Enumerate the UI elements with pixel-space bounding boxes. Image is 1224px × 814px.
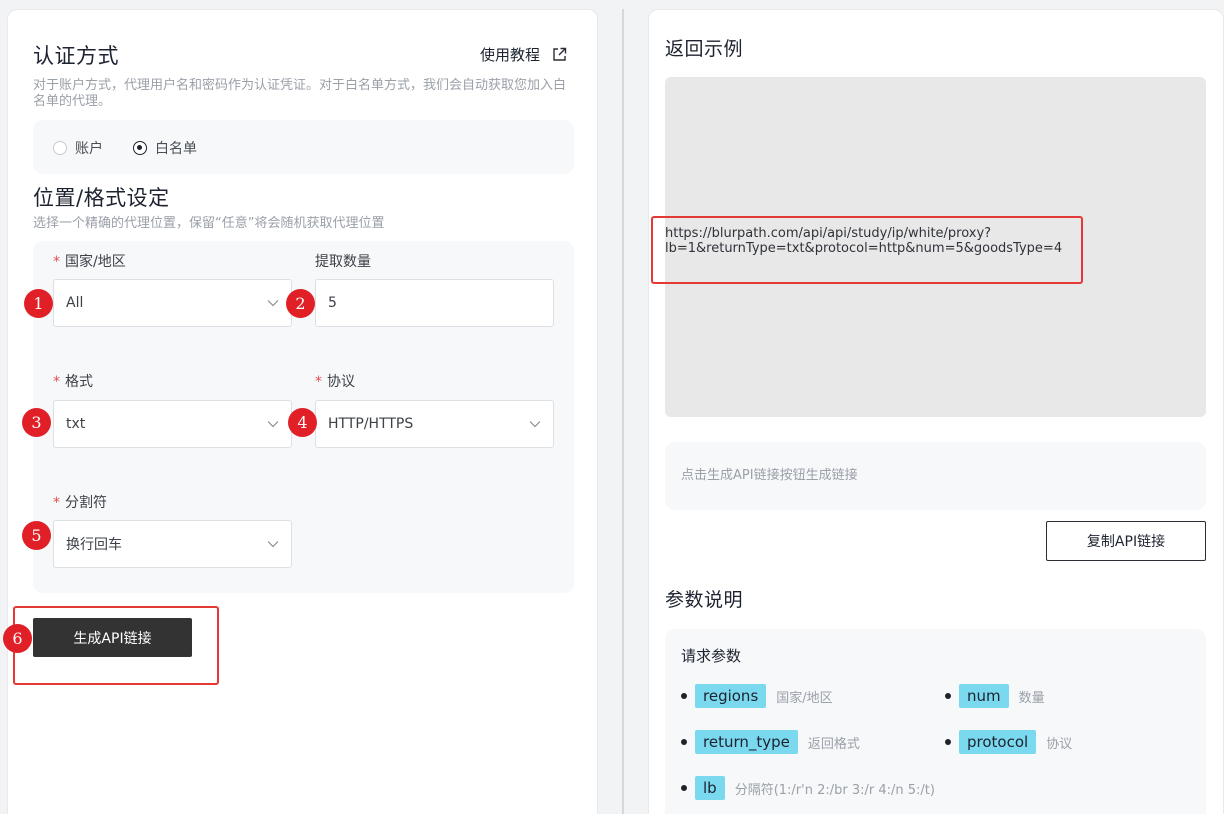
region-value: All — [66, 295, 84, 311]
panel-divider[interactable] — [622, 9, 624, 814]
required-mark: * — [53, 254, 60, 270]
required-mark: * — [53, 495, 60, 511]
separator-label: * 分割符 — [53, 492, 107, 512]
step-badge-1: 1 — [24, 289, 53, 318]
param-regions: regions 国家/地区 — [681, 684, 833, 708]
separator-label-text: 分割符 — [65, 495, 107, 511]
params-subtitle: 请求参数 — [681, 647, 742, 665]
radio-account-circle — [53, 141, 67, 155]
bullet-dot — [945, 739, 951, 745]
example-title: 返回示例 — [665, 38, 744, 60]
step-badge-3: 3 — [22, 408, 51, 437]
radio-whitelist[interactable]: 白名单 — [133, 138, 197, 158]
tutorial-label: 使用教程 — [480, 46, 541, 64]
param-key: protocol — [959, 730, 1037, 754]
location-title: 位置/格式设定 — [33, 186, 170, 210]
protocol-label-text: 协议 — [327, 374, 355, 390]
param-desc: 返回格式 — [807, 736, 860, 752]
protocol-value: HTTP/HTTPS — [328, 416, 414, 432]
region-label-text: 国家/地区 — [65, 254, 126, 270]
param-desc: 数量 — [1018, 690, 1045, 706]
format-select[interactable]: txt — [53, 400, 292, 448]
format-label-text: 格式 — [65, 374, 93, 390]
protocol-label: * 协议 — [315, 371, 355, 391]
param-num: num 数量 — [945, 684, 1045, 708]
chevron-down-icon — [267, 421, 279, 428]
param-key: regions — [695, 684, 767, 708]
step-badge-5: 5 — [22, 521, 51, 550]
separator-value: 换行回车 — [66, 537, 122, 553]
quantity-input[interactable]: 5 — [315, 279, 554, 327]
param-desc: 国家/地区 — [776, 690, 833, 706]
param-protocol: protocol 协议 — [945, 730, 1072, 754]
radio-whitelist-label: 白名单 — [155, 141, 197, 157]
api-link-box: 点击生成API链接按钮生成链接 — [665, 442, 1206, 510]
example-url-line-2: lb=1&returnType=txt&protocol=http&num=5&… — [665, 241, 1063, 256]
param-lb: lb 分隔符(1:/r'n 2:/br 3:/r 4:/n 5:/t) — [681, 776, 935, 800]
chevron-down-icon — [267, 541, 279, 548]
format-value: txt — [66, 416, 86, 432]
required-mark: * — [53, 374, 60, 390]
param-desc: 协议 — [1046, 736, 1073, 752]
param-key: num — [959, 684, 1009, 708]
step-badge-4: 4 — [288, 408, 317, 437]
param-desc: 分隔符(1:/r'n 2:/br 3:/r 4:/n 5:/t) — [734, 782, 935, 798]
quantity-label: 提取数量 — [315, 254, 371, 270]
auth-options-panel: 账户 白名单 — [33, 120, 574, 174]
copy-api-button[interactable]: 复制API链接 — [1046, 521, 1206, 561]
step-badge-6: 6 — [3, 624, 32, 653]
region-select[interactable]: All — [53, 279, 292, 327]
param-key: lb — [695, 776, 725, 800]
quantity-value: 5 — [328, 295, 337, 311]
param-key: return_type — [695, 730, 798, 754]
radio-account[interactable]: 账户 — [53, 138, 103, 158]
radio-account-label: 账户 — [75, 141, 103, 157]
chevron-down-icon — [529, 421, 541, 428]
format-label: * 格式 — [53, 371, 93, 391]
auth-description: 对于账户方式，代理用户名和密码作为认证凭证。对于白名单方式，我们会自动获取您加入… — [33, 78, 567, 109]
api-link-hint: 点击生成API链接按钮生成链接 — [681, 468, 858, 483]
external-link-icon — [553, 47, 567, 61]
example-url: https://blurpath.com/api/api/study/ip/wh… — [665, 226, 1085, 256]
step-badge-2: 2 — [286, 289, 315, 318]
bullet-dot — [681, 739, 687, 745]
generate-api-button[interactable]: 生成API链接 — [33, 618, 192, 657]
bullet-dot — [945, 693, 951, 699]
bullet-dot — [681, 785, 687, 791]
protocol-select[interactable]: HTTP/HTTPS — [315, 400, 554, 448]
result-card: 返回示例 https://blurpath.com/api/api/study/… — [648, 9, 1224, 814]
auth-title: 认证方式 — [33, 44, 119, 68]
param-return-type: return_type 返回格式 — [681, 730, 860, 754]
chevron-down-icon — [267, 300, 279, 307]
params-panel: 请求参数 regions 国家/地区 num 数量 return_type 返回… — [665, 629, 1206, 814]
location-description: 选择一个精确的代理位置，保留“任意”将会随机获取代理位置 — [33, 216, 385, 231]
tutorial-link[interactable]: 使用教程 — [480, 44, 567, 65]
example-url-line-1: https://blurpath.com/api/api/study/ip/wh… — [665, 226, 992, 241]
params-title: 参数说明 — [665, 589, 744, 611]
separator-select[interactable]: 换行回车 — [53, 520, 292, 568]
required-mark: * — [315, 374, 322, 390]
region-label: * 国家/地区 — [53, 251, 126, 271]
bullet-dot — [681, 693, 687, 699]
radio-whitelist-circle — [133, 141, 147, 155]
